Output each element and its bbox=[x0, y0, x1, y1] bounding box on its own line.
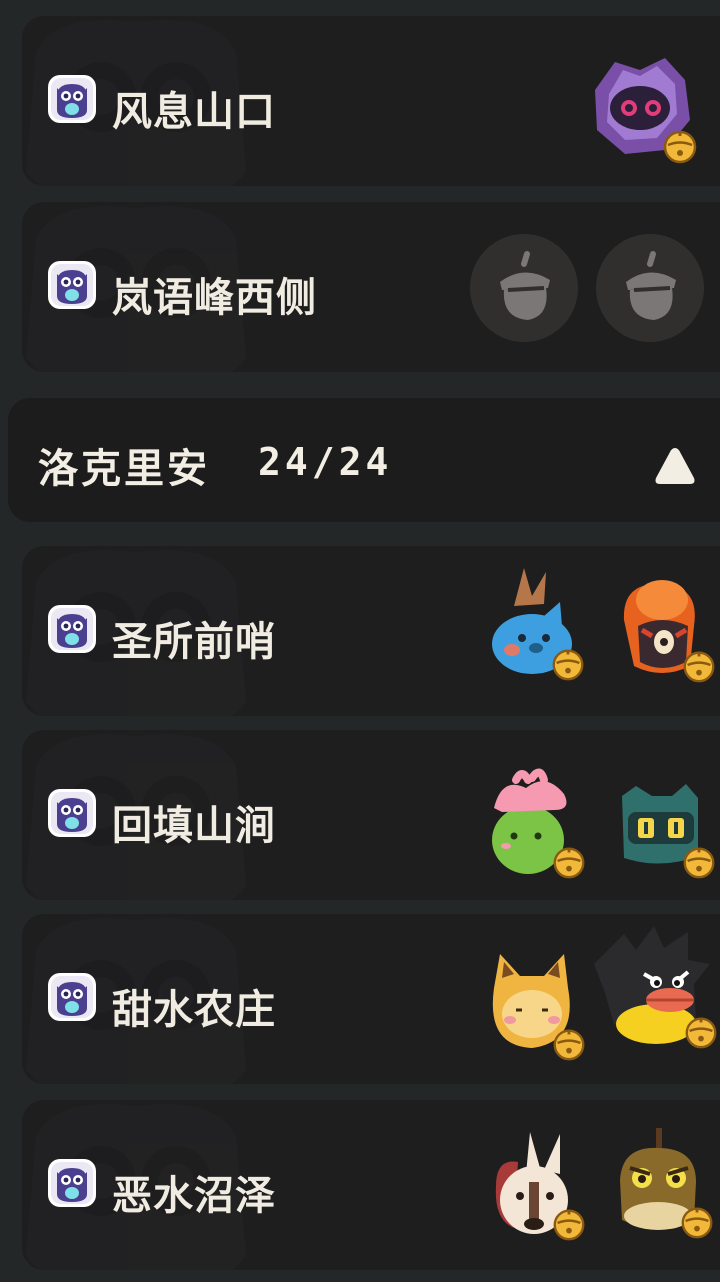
location-name: 岚语峰西侧 bbox=[112, 275, 317, 321]
black-duck-creature-icon[interactable] bbox=[584, 924, 720, 1054]
purple-crystal-bug-creature-icon[interactable] bbox=[585, 50, 700, 165]
donkey-creature-icon[interactable] bbox=[474, 1128, 589, 1243]
owl-icon bbox=[47, 74, 97, 124]
location-card-huitian[interactable]: 回填山涧 bbox=[22, 730, 720, 900]
triangle-up-icon[interactable] bbox=[650, 440, 700, 490]
location-name: 风息山口 bbox=[112, 89, 276, 135]
orange-hooded-creature-icon[interactable] bbox=[602, 570, 717, 685]
owl-icon bbox=[47, 1158, 97, 1208]
location-card-lanyu[interactable]: 岚语峰西侧 bbox=[22, 202, 720, 372]
location-card-fengxi[interactable]: 风息山口 bbox=[22, 16, 720, 186]
location-name: 回填山涧 bbox=[112, 803, 276, 849]
brown-frog-creature-icon[interactable] bbox=[600, 1124, 715, 1239]
location-card-eshui[interactable]: 恶水沼泽 bbox=[22, 1100, 720, 1270]
acorn-icon[interactable] bbox=[470, 234, 578, 342]
location-card-shengsuo[interactable]: 圣所前哨 bbox=[22, 546, 720, 716]
location-name: 恶水沼泽 bbox=[112, 1173, 276, 1219]
owl-icon bbox=[47, 260, 97, 310]
owl-icon bbox=[47, 604, 97, 654]
teal-robot-creature-icon[interactable] bbox=[602, 766, 717, 881]
acorn-icon[interactable] bbox=[596, 234, 704, 342]
region-header[interactable]: 洛克里安 24/24 bbox=[8, 398, 720, 522]
green-pink-creature-icon[interactable] bbox=[476, 766, 591, 881]
location-name: 甜水农庄 bbox=[112, 987, 276, 1033]
region-title: 洛克里安 bbox=[38, 446, 210, 492]
blue-bird-creature-icon[interactable] bbox=[474, 566, 589, 681]
owl-icon bbox=[47, 972, 97, 1022]
owl-icon bbox=[47, 788, 97, 838]
location-card-tianshui[interactable]: 甜水农庄 bbox=[22, 914, 720, 1084]
orange-cat-creature-icon[interactable] bbox=[474, 948, 589, 1063]
location-name: 圣所前哨 bbox=[112, 619, 276, 665]
region-progress: 24/24 bbox=[258, 440, 393, 484]
